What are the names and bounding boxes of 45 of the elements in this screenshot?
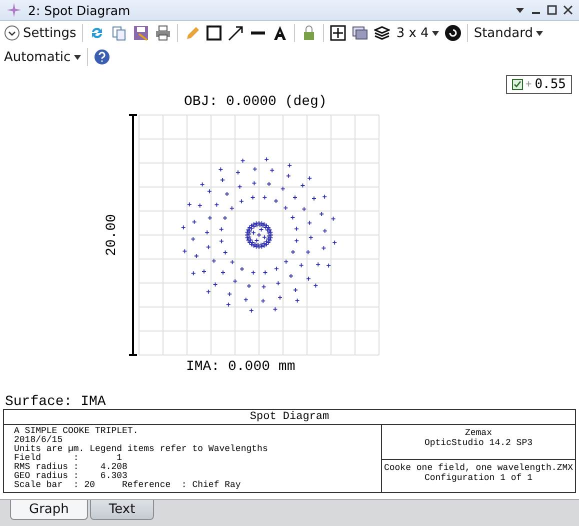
chevron-circle-icon <box>4 25 20 41</box>
windows-icon[interactable] <box>352 25 368 41</box>
layers-icon[interactable] <box>374 25 390 41</box>
plot-title: OBJ: 0.0000 (deg) <box>184 94 328 110</box>
info-line: RMS radius : 4.208 <box>14 463 128 472</box>
copy-icon[interactable] <box>111 25 128 41</box>
info-line: Units are µm. Legend items refer to Wavelengths <box>14 445 269 454</box>
info-line: A SIMPLE COOKE TRIPLET. <box>14 427 140 436</box>
legend-symbol: + <box>526 79 532 90</box>
info-line: Scale bar : 20 Reference : Chief Ray <box>14 481 242 490</box>
scale-dropdown[interactable]: Automatic <box>4 50 81 64</box>
scale-bar-label: 20.00 <box>104 214 120 256</box>
window-title: 2: Spot Diagram <box>28 2 132 18</box>
help-icon[interactable] <box>94 49 110 65</box>
plot-footer: IMA: 0.000 mm <box>186 359 579 375</box>
text-tool-icon[interactable] <box>272 25 288 41</box>
program-text: Zemax <box>464 428 493 438</box>
sparkle-icon <box>6 2 22 18</box>
program-text: OpticStudio 14.2 SP3 <box>423 438 534 448</box>
maximize-icon[interactable] <box>547 5 557 15</box>
surface-label: Surface: IMA <box>5 395 107 409</box>
rectangle-icon[interactable] <box>206 25 222 41</box>
file-text: Configuration 1 of 1 <box>423 472 533 482</box>
rotate-icon[interactable] <box>444 25 461 41</box>
legend-value: 0.55 <box>534 77 566 92</box>
dropdown-icon[interactable] <box>515 6 525 14</box>
fit-icon[interactable] <box>330 25 346 41</box>
arrow-icon[interactable] <box>228 25 244 41</box>
close-icon[interactable] <box>563 5 573 15</box>
info-line: Field : 1 <box>14 454 124 463</box>
info-line: 2018/6/15 <box>14 436 64 445</box>
save-icon[interactable] <box>133 25 150 41</box>
info-line: GEO radius : 6.303 <box>14 472 128 481</box>
info-title: Spot Diagram <box>4 410 575 425</box>
caret-icon <box>74 54 81 60</box>
style-dropdown[interactable]: Standard <box>474 26 543 40</box>
settings-button[interactable]: Settings <box>4 25 76 41</box>
tab[interactable]: Text <box>90 500 154 520</box>
caret-icon <box>432 30 439 36</box>
tab[interactable]: Graph <box>10 500 88 520</box>
caret-icon <box>536 30 543 36</box>
print-icon[interactable] <box>155 25 172 41</box>
layout-dropdown[interactable]: 3 x 4 <box>396 26 439 40</box>
legend-checkbox[interactable] <box>512 79 523 90</box>
file-text: Cooke one field, one wavelength.ZMX <box>382 462 574 472</box>
